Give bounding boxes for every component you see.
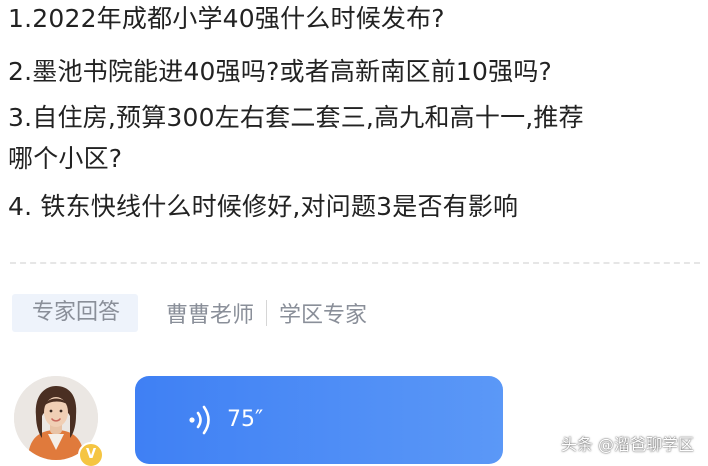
voice-message-button[interactable]: 75″ — [135, 376, 503, 464]
question-3: 3.自住房,预算300左右套二套三,高九和高十一,推荐 — [8, 103, 584, 132]
sound-wave-icon — [189, 405, 210, 435]
expert-name[interactable]: 曹曹老师 — [166, 297, 254, 329]
expert-title: 学区专家 — [279, 303, 368, 328]
expert-info-row: 专家回答 曹曹老师 学区专家 — [12, 294, 367, 332]
question-1: 1.2022年成都小学40强什么时候发布? — [8, 4, 445, 33]
watermark-text: 头条 @溜爸聊学区 — [560, 435, 694, 454]
dashed-divider — [10, 262, 700, 264]
voice-duration-label: 75″ — [227, 407, 264, 432]
expert-avatar-wrapper[interactable]: V — [14, 376, 104, 466]
question-2: 2.墨池书院能进40强吗?或者高新南区前10强吗? — [8, 57, 553, 86]
question-3-continued: 哪个小区? — [8, 144, 123, 173]
page: 1.2022年成都小学40强什么时候发布? 2.墨池书院能进40强吗?或者高新南… — [0, 0, 708, 466]
verified-badge-icon: V — [78, 442, 104, 466]
question-4: 4. 铁东快线什么时候修好,对问题3是否有影响 — [8, 192, 519, 221]
expert-separator — [266, 300, 268, 326]
expert-answer-tag: 专家回答 — [12, 294, 139, 332]
